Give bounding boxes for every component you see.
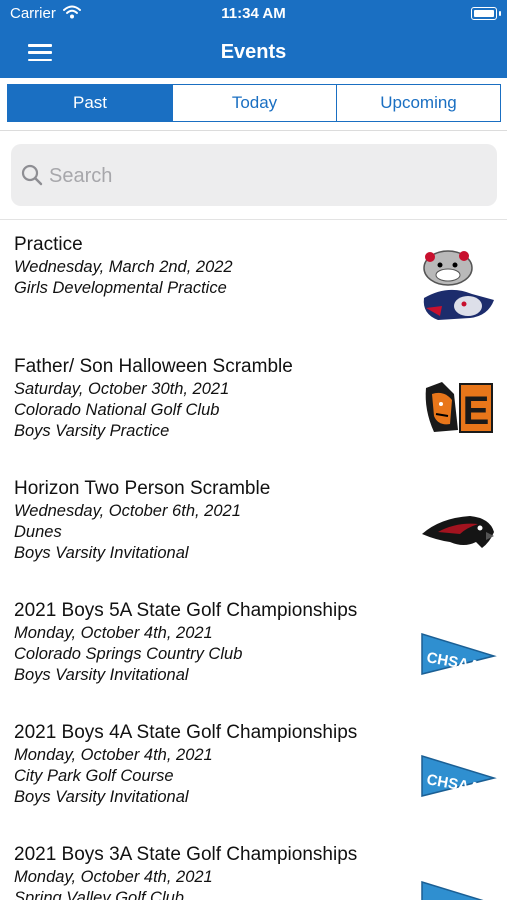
event-date: Monday, October 4th, 2021 xyxy=(14,868,213,886)
event-location: Dunes xyxy=(14,523,62,541)
event-team: Boys Varsity Invitational xyxy=(14,666,189,684)
event-team: Boys Varsity Invitational xyxy=(14,544,189,562)
status-bar: Carrier 11:34 AM xyxy=(0,0,507,28)
event-team: Boys Varsity Invitational xyxy=(14,788,189,806)
tiger-e-logo: E xyxy=(425,382,493,433)
search-bar[interactable] xyxy=(11,144,497,206)
tab-past[interactable]: Past xyxy=(7,84,173,122)
search-section xyxy=(0,131,507,220)
battery-icon xyxy=(471,7,501,20)
event-location: Colorado National Golf Club xyxy=(14,401,220,419)
event-date: Saturday, October 30th, 2021 xyxy=(14,380,230,398)
hawk-logo xyxy=(422,516,494,548)
event-row[interactable]: 2021 Boys 3A State Golf Championships Mo… xyxy=(0,830,507,900)
event-date: Monday, October 4th, 2021 xyxy=(14,746,213,764)
event-row[interactable]: Practice Wednesday, March 2nd, 2022 Girl… xyxy=(0,220,507,342)
event-row[interactable]: 2021 Boys 5A State Golf Championships Mo… xyxy=(0,586,507,708)
event-title: Horizon Two Person Scramble xyxy=(14,478,271,499)
search-icon xyxy=(21,164,43,186)
event-date: Wednesday, October 6th, 2021 xyxy=(14,502,241,520)
event-row[interactable]: Father/ Son Halloween Scramble Saturday,… xyxy=(0,342,507,464)
event-title: 2021 Boys 4A State Golf Championships xyxy=(14,722,358,743)
tab-today[interactable]: Today xyxy=(172,84,337,122)
search-input[interactable] xyxy=(47,158,481,194)
event-title: Father/ Son Halloween Scramble xyxy=(14,356,293,377)
status-time: 11:34 AM xyxy=(221,5,286,22)
chsaa-pennant-logo: CHSAA xyxy=(421,754,497,797)
event-location: City Park Golf Course xyxy=(14,767,174,785)
event-date: Monday, October 4th, 2021 xyxy=(14,624,213,642)
event-location: Colorado Springs Country Club xyxy=(14,645,243,663)
event-title: Practice xyxy=(14,234,83,255)
event-team: Girls Developmental Practice xyxy=(14,279,227,297)
logo-letter: E xyxy=(463,389,490,433)
segmented-control: Past Today Upcoming xyxy=(0,78,507,131)
event-row[interactable]: 2021 Boys 4A State Golf Championships Mo… xyxy=(0,708,507,830)
event-title: 2021 Boys 5A State Golf Championships xyxy=(14,600,358,621)
tab-upcoming[interactable]: Upcoming xyxy=(336,84,501,122)
event-date: Wednesday, March 2nd, 2022 xyxy=(14,258,233,276)
bulldog-vs-mascot-logo xyxy=(423,250,494,320)
event-team: Boys Varsity Practice xyxy=(14,422,170,440)
chsaa-pennant-logo: CHSAA xyxy=(421,880,484,900)
chsaa-pennant-logo: CHSAA xyxy=(421,632,497,675)
page-title: Events xyxy=(220,41,287,63)
event-row[interactable]: Horizon Two Person Scramble Wednesday, O… xyxy=(0,464,507,586)
event-title: 2021 Boys 3A State Golf Championships xyxy=(14,844,358,865)
nav-bar: Events xyxy=(0,28,507,78)
event-location: Spring Valley Golf Club xyxy=(14,889,184,900)
